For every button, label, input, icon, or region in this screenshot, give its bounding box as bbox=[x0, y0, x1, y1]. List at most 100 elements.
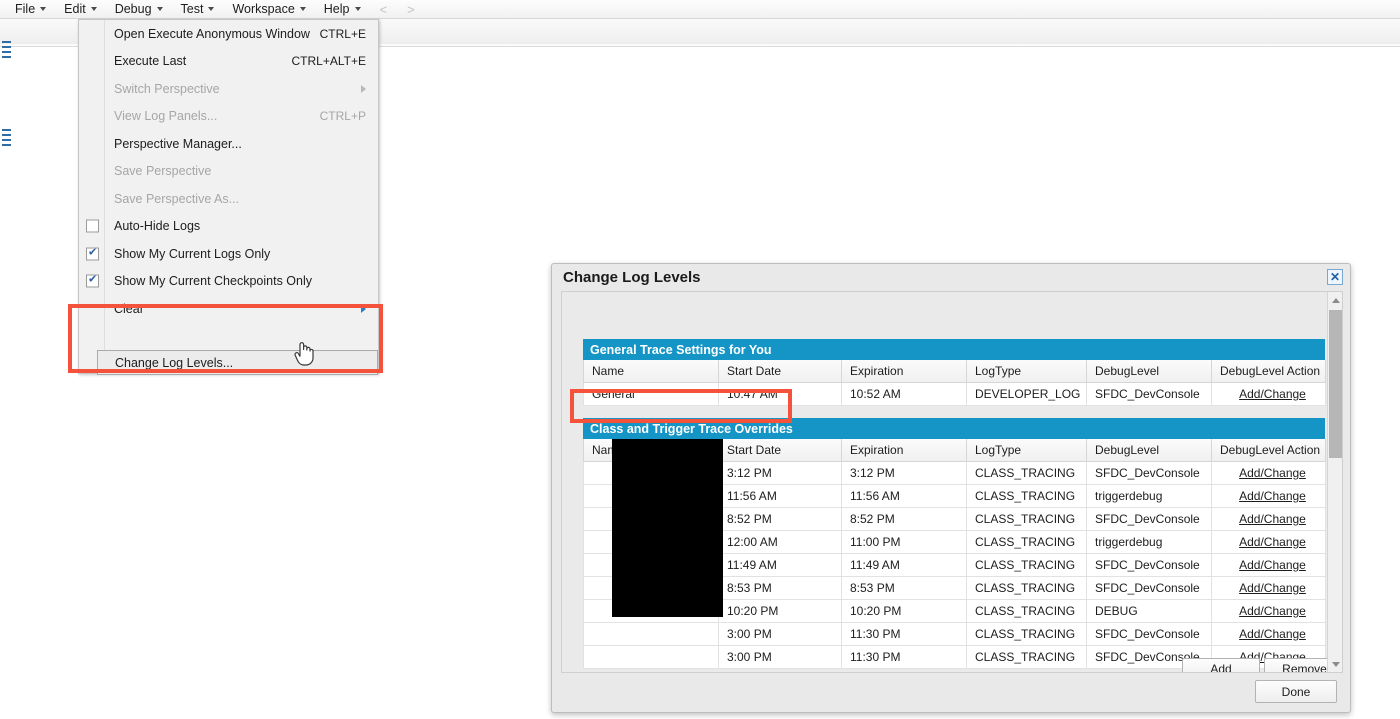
menu-item-label: Show My Current Logs Only bbox=[114, 246, 271, 261]
menu-item-perspective-manager[interactable]: Perspective Manager... bbox=[79, 130, 378, 158]
add-change-link[interactable]: Add/Change bbox=[1239, 604, 1306, 618]
menu-item-view-log-panels: View Log Panels... CTRL+P bbox=[79, 103, 378, 131]
cell-start-date: 3:00 PM bbox=[718, 622, 842, 646]
add-button[interactable]: Add bbox=[1182, 658, 1260, 673]
column-header: LogType bbox=[966, 360, 1087, 383]
table-row: General 10:47 AM 10:52 AM DEVELOPER_LOG SFDC… bbox=[583, 382, 1326, 406]
overrides-button-row: Add Remove bbox=[583, 658, 1342, 673]
menu-item-label: Execute Last bbox=[114, 54, 187, 69]
menu-edit[interactable]: Edit bbox=[55, 0, 106, 18]
column-header: DebugLevel Action bbox=[1211, 360, 1326, 383]
chevron-down-icon bbox=[208, 7, 215, 11]
nav-next-button[interactable]: > bbox=[397, 0, 425, 19]
checkbox-unchecked[interactable] bbox=[86, 219, 99, 233]
add-change-link[interactable]: Add/Change bbox=[1239, 535, 1306, 549]
cell-log-type: CLASS_TRACING bbox=[966, 461, 1087, 485]
menu-item-change-log-levels[interactable]: Change Log Levels... bbox=[97, 350, 378, 375]
column-header: DebugLevel bbox=[1086, 439, 1212, 462]
add-change-link[interactable]: Add/Change bbox=[1239, 489, 1306, 503]
done-button-label: Done bbox=[1281, 684, 1311, 699]
menu-item-open-execute-anonymous-window[interactable]: Open Execute Anonymous Window CTRL+E bbox=[79, 20, 378, 48]
table-header-row: Name Start Date Expiration LogType DebugLeve… bbox=[583, 360, 1326, 383]
menu-workspace[interactable]: Workspace bbox=[223, 0, 314, 18]
cell-action: Add/Change bbox=[1211, 530, 1326, 554]
menu-file[interactable]: File bbox=[6, 0, 55, 18]
scrollbar-thumb[interactable] bbox=[1329, 310, 1342, 458]
cell-debug-level: SFDC_DevConsole bbox=[1086, 622, 1212, 646]
general-trace-settings-section: General Trace Settings for You Name Start… bbox=[583, 339, 1326, 406]
menu-item-label: Show My Current Checkpoints Only bbox=[114, 274, 312, 289]
add-change-link[interactable]: Add/Change bbox=[1239, 581, 1306, 595]
menu-item-label: Open Execute Anonymous Window bbox=[114, 26, 310, 41]
menu-item-auto-hide-logs[interactable]: Auto-Hide Logs bbox=[79, 213, 378, 241]
menu-label: File bbox=[15, 2, 36, 16]
cell-debug-level: triggerdebug bbox=[1086, 530, 1212, 554]
table-body: General 10:47 AM 10:52 AM DEVELOPER_LOG SFDC… bbox=[583, 382, 1326, 406]
chevron-down-icon bbox=[40, 7, 47, 11]
cell-start-date: 8:52 PM bbox=[718, 507, 842, 531]
cell-debug-level: SFDC_DevConsole bbox=[1086, 553, 1212, 577]
chevron-right-icon bbox=[361, 84, 366, 93]
menu-label: Help bbox=[323, 2, 350, 16]
debug-menu-item-list[interactable]: Open Execute Anonymous Window CTRL+E Execu… bbox=[79, 20, 378, 323]
checkbox-checked[interactable] bbox=[86, 273, 99, 288]
cell-start-date: 12:00 AM bbox=[718, 530, 842, 554]
pointer-hand-cursor bbox=[294, 342, 314, 366]
cell-name bbox=[583, 622, 719, 646]
dialog-body: General Trace Settings for You Name Start… bbox=[561, 291, 1343, 673]
nav-prev-button[interactable]: < bbox=[370, 0, 398, 19]
cell-expiration: 8:52 PM bbox=[841, 507, 967, 531]
cell-log-type: DEVELOPER_LOG bbox=[966, 382, 1087, 406]
cell-expiration: 11:49 AM bbox=[841, 553, 967, 577]
menu-item-execute-last[interactable]: Execute Last CTRL+ALT+E bbox=[79, 48, 378, 76]
chevron-down-icon bbox=[354, 7, 361, 11]
menu-item-label: Change Log Levels... bbox=[115, 355, 234, 370]
checkbox-checked[interactable] bbox=[86, 245, 99, 261]
cell-log-type: CLASS_TRACING bbox=[966, 553, 1087, 577]
cell-expiration: 3:12 PM bbox=[841, 461, 967, 485]
cell-expiration: 11:30 PM bbox=[841, 622, 967, 646]
cell-debug-level: DEBUG bbox=[1086, 599, 1212, 623]
add-button-label: Add bbox=[1210, 662, 1232, 673]
done-button[interactable]: Done bbox=[1255, 680, 1337, 703]
cell-log-type: CLASS_TRACING bbox=[966, 599, 1087, 623]
column-header: Expiration bbox=[841, 360, 967, 383]
menu-debug[interactable]: Debug bbox=[106, 0, 172, 18]
cell-start-date: 3:12 PM bbox=[718, 461, 842, 485]
close-icon[interactable]: ✕ bbox=[1327, 269, 1343, 285]
menu-item-label: Perspective Manager... bbox=[114, 136, 242, 151]
add-change-link[interactable]: Add/Change bbox=[1239, 512, 1306, 526]
cell-start-date: 10:20 PM bbox=[718, 599, 842, 623]
column-header: DebugLevel bbox=[1086, 360, 1212, 383]
menu-item-label: Clear bbox=[114, 301, 144, 316]
cell-expiration: 10:20 PM bbox=[841, 599, 967, 623]
menu-item-shortcut: CTRL+P bbox=[319, 109, 366, 124]
menu-help[interactable]: Help bbox=[315, 0, 370, 18]
add-change-link[interactable]: Add/Change bbox=[1239, 558, 1306, 572]
scroll-up-icon[interactable] bbox=[1328, 292, 1342, 308]
add-change-link[interactable]: Add/Change bbox=[1239, 466, 1306, 480]
menu-label: Edit bbox=[64, 2, 86, 16]
menu-test[interactable]: Test bbox=[172, 0, 224, 18]
debug-dropdown-menu[interactable]: Open Execute Anonymous Window CTRL+E Execu… bbox=[78, 19, 379, 375]
cell-start-date: 11:49 AM bbox=[718, 553, 842, 577]
column-header: Expiration bbox=[841, 439, 967, 462]
dialog-scrollbar[interactable] bbox=[1327, 292, 1342, 672]
cell-debug-level: SFDC_DevConsole bbox=[1086, 461, 1212, 485]
menu-item-show-my-current-checkpoints-only[interactable]: Show My Current Checkpoints Only bbox=[79, 268, 378, 296]
add-change-link[interactable]: Add/Change bbox=[1239, 387, 1306, 401]
menu-item-clear[interactable]: Clear bbox=[79, 295, 378, 323]
chevron-down-icon bbox=[90, 7, 97, 11]
cell-name: General bbox=[583, 382, 719, 406]
menu-item-show-my-current-logs-only[interactable]: Show My Current Logs Only bbox=[79, 240, 378, 268]
dialog-title: Change Log Levels bbox=[552, 264, 1350, 290]
cell-expiration: 11:00 PM bbox=[841, 530, 967, 554]
chevron-down-icon bbox=[299, 7, 306, 11]
cell-action: Add/Change bbox=[1211, 507, 1326, 531]
cell-action: Add/Change bbox=[1211, 599, 1326, 623]
add-change-link[interactable]: Add/Change bbox=[1239, 627, 1306, 641]
cell-log-type: CLASS_TRACING bbox=[966, 622, 1087, 646]
overrides-section-header: Class and Trigger Trace Overrides bbox=[583, 418, 1325, 439]
left-ruler-marks bbox=[0, 19, 14, 179]
scroll-down-icon[interactable] bbox=[1328, 656, 1342, 672]
